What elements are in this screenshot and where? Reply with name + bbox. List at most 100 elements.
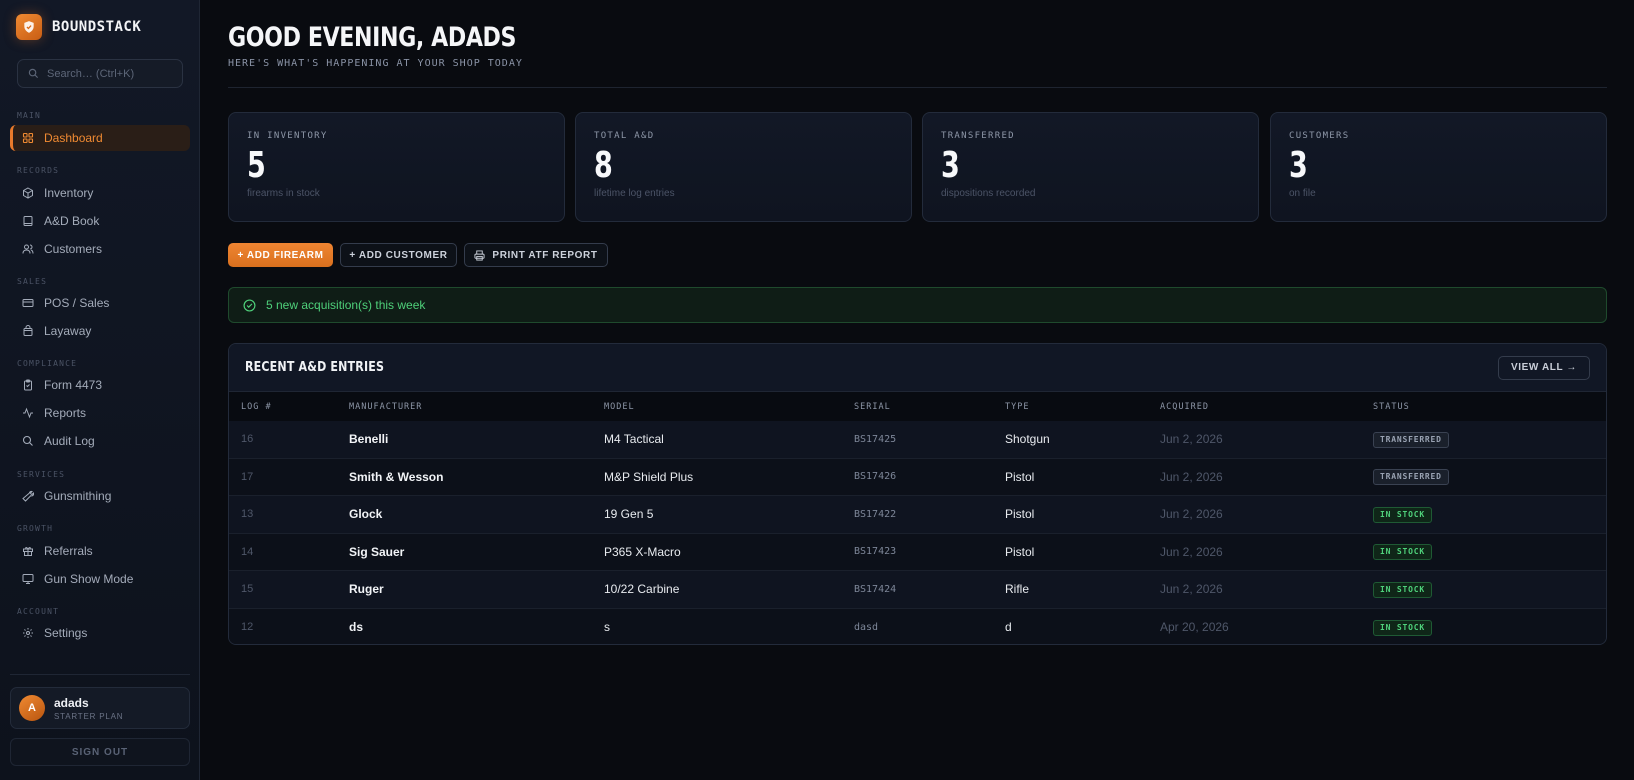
cell-log: 17 [241,470,254,483]
cell-acquired: Jun 2, 2026 [1160,469,1223,484]
acquisitions-notice: 5 new acquisition(s) this week [228,287,1607,323]
column-header-log[interactable]: LOG # [229,402,349,412]
status-badge: IN STOCK [1373,581,1432,598]
sidebar-item-label: POS / Sales [44,296,110,310]
cell-type: Shotgun [1005,432,1050,447]
brand[interactable]: BOUNDSTACK [16,14,141,40]
cell-acquired: Jun 2, 2026 [1160,507,1223,522]
stat-subtext: on file [1289,188,1316,199]
table-row[interactable]: 13 Glock 19 Gen 5 BS17422 Pistol Jun 2, … [229,496,1606,534]
clipboard-icon [24,379,32,391]
sidebar-item-inventory[interactable]: Inventory [10,180,190,206]
cell-status: TRANSFERRED [1373,468,1606,486]
column-header-manufacturer[interactable]: MANUFACTURER [349,402,604,412]
table-row[interactable]: 17 Smith & Wesson M&P Shield Plus BS1742… [229,458,1606,496]
users-icon [22,244,34,254]
wrench-icon [22,490,34,502]
cell-serial: BS17426 [854,471,897,483]
avatar: A [19,695,45,721]
table-row[interactable]: 16 Benelli M4 Tactical BS17425 Shotgun J… [229,421,1606,459]
sidebar-item-pos[interactable]: POS / Sales [10,290,190,316]
stat-card-transferred: TRANSFERRED 3 dispositions recorded [922,112,1259,222]
cell-log: 13 [241,508,254,521]
sidebar-item-referrals[interactable]: Referrals [10,538,190,564]
sidebar: BOUNDSTACK Search… (Ctrl+K) MAIN Dashboa… [0,0,200,780]
cell-acquired: Jun 2, 2026 [1160,544,1223,559]
add-firearm-button[interactable]: + ADD FIREARM [228,243,333,267]
sidebar-item-dashboard[interactable]: Dashboard [10,125,190,151]
sidebar-item-label: Audit Log [44,434,95,448]
sidebar-item-gun-show[interactable]: Gun Show Mode [10,566,190,592]
sidebar-item-form4473[interactable]: Form 4473 [10,372,190,398]
add-customer-button[interactable]: + ADD CUSTOMER [340,243,457,267]
sidebar-item-label: Inventory [44,186,94,200]
sidebar-item-label: Gun Show Mode [44,572,134,586]
nav-section-sales: SALES [17,277,48,286]
status-badge: TRANSFERRED [1373,469,1449,486]
sidebar-item-label: Reports [44,406,87,420]
user-card[interactable]: A adads STARTER PLAN [10,687,190,729]
stat-card-inventory: IN INVENTORY 5 firearms in stock [228,112,565,222]
cell-serial: BS17422 [854,508,897,520]
cell-type: d [1005,620,1012,635]
stat-value: 8 [594,145,613,186]
cell-status: IN STOCK [1373,619,1606,636]
bag-icon [23,325,33,336]
sidebar-item-reports[interactable]: Reports [10,400,190,426]
cell-model: P365 X-Macro [604,544,681,559]
column-header-serial[interactable]: SERIAL [854,402,1005,412]
search-icon [22,435,33,446]
nav-section-main: MAIN [17,111,42,120]
sidebar-item-label: Dashboard [44,131,103,145]
table-row[interactable]: 15 Ruger 10/22 Carbine BS17424 Rifle Jun… [229,571,1606,609]
nav-section-account: ACCOUNT [17,607,60,616]
stat-value: 3 [1289,145,1308,186]
sidebar-item-audit-log[interactable]: Audit Log [10,428,190,454]
table-body: 16 Benelli M4 Tactical BS17425 Shotgun J… [229,421,1606,644]
cell-acquired: Jun 2, 2026 [1160,432,1223,447]
header-divider [228,87,1607,88]
sidebar-item-settings[interactable]: Settings [10,620,190,646]
cell-serial: BS17424 [854,583,897,595]
recent-ad-entries-table: RECENT A&D ENTRIES VIEW ALL → LOG # MANU… [228,343,1607,645]
cell-type: Pistol [1005,544,1035,559]
sidebar-item-gunsmithing[interactable]: Gunsmithing [10,483,190,509]
sidebar-item-ad-book[interactable]: A&D Book [10,208,190,234]
brand-name: BOUNDSTACK [52,19,142,35]
shield-logo-icon [16,14,42,40]
grid-icon [22,132,34,144]
cell-serial: BS17423 [854,546,897,558]
cell-model: s [604,620,610,635]
table-row[interactable]: 14 Sig Sauer P365 X-Macro BS17423 Pistol… [229,533,1606,571]
sidebar-item-layaway[interactable]: Layaway [10,318,190,344]
column-header-acquired[interactable]: ACQUIRED [1160,402,1373,412]
cell-status: IN STOCK [1373,581,1606,598]
cell-status: TRANSFERRED [1373,431,1606,448]
cell-log: 15 [241,583,254,596]
print-atf-report-button[interactable]: PRINT ATF REPORT [464,243,608,267]
cell-status: IN STOCK [1373,543,1606,561]
search-input[interactable]: Search… (Ctrl+K) [17,59,183,88]
cell-serial: dasd [854,621,879,633]
user-name: adads [54,695,89,710]
print-atf-report-label: PRINT ATF REPORT [492,249,598,261]
sign-out-button[interactable]: SIGN OUT [10,738,190,766]
table-row[interactable]: 12 ds s dasd d Apr 20, 2026 IN STOCK [229,608,1606,644]
view-all-button[interactable]: VIEW ALL → [1498,355,1590,380]
stat-subtext: firearms in stock [247,188,320,199]
cell-manufacturer: Glock [349,507,383,522]
cell-manufacturer: Smith & Wesson [349,469,444,484]
stat-subtext: lifetime log entries [594,188,675,199]
column-header-type[interactable]: TYPE [1005,402,1160,412]
stat-card-customers: CUSTOMERS 3 on file [1270,112,1607,222]
user-plan: STARTER PLAN [54,711,124,721]
cell-status: IN STOCK [1373,506,1606,523]
stat-value: 5 [247,145,266,186]
sidebar-item-customers[interactable]: Customers [10,236,190,262]
cell-manufacturer: Sig Sauer [349,544,405,559]
notice-text: 5 new acquisition(s) this week [266,298,426,312]
column-header-status[interactable]: STATUS [1373,402,1606,412]
column-header-model[interactable]: MODEL [604,402,854,412]
book-icon [23,216,33,226]
status-badge: IN STOCK [1373,544,1432,561]
